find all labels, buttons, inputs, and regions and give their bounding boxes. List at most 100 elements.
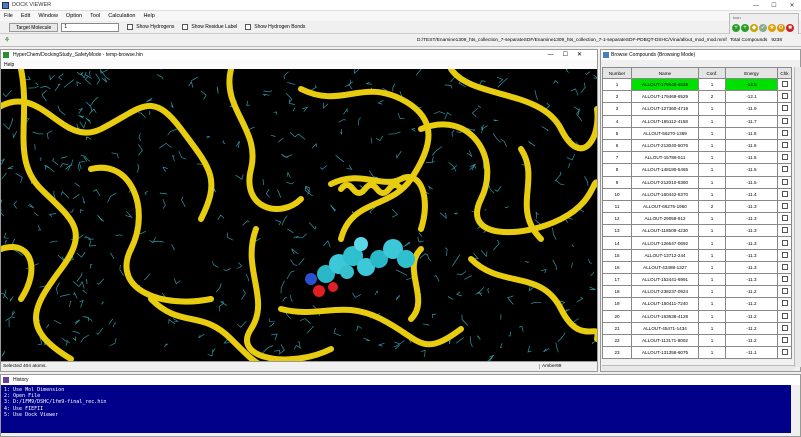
target-molecule-field[interactable]: 1 xyxy=(61,22,120,32)
cell-energy: -11.3 xyxy=(725,212,778,226)
menu-edit[interactable]: Edit xyxy=(21,13,30,19)
row-checkbox[interactable] xyxy=(781,202,788,209)
row-checkbox[interactable] xyxy=(781,154,788,161)
cell-conf: 1 xyxy=(698,212,726,226)
row-checkbox[interactable] xyxy=(781,300,788,307)
row-checkbox[interactable] xyxy=(781,215,788,222)
row-checkbox[interactable] xyxy=(781,117,788,124)
row-checkbox[interactable] xyxy=(781,129,788,136)
horizontal-scrollbar[interactable] xyxy=(602,365,794,371)
cell-name: ALLOUT-160442-6370 xyxy=(631,187,699,201)
molecule-viewer[interactable] xyxy=(1,69,597,361)
row-checkbox[interactable] xyxy=(781,178,788,185)
cell-energy: -11.3 xyxy=(725,260,778,275)
table-row[interactable]: 18 ALLOUT-238237-0924 1 -11.2 xyxy=(602,285,792,299)
menu-calculation[interactable]: Calculation xyxy=(108,13,135,19)
cell-number: 8 xyxy=(602,163,632,177)
menu-option[interactable]: Option xyxy=(66,13,82,19)
row-checkbox[interactable] xyxy=(781,227,788,234)
minimize-icon[interactable]: — xyxy=(751,3,761,9)
hyperchem-window-controls[interactable]: —☐✕ xyxy=(548,51,591,58)
table-row[interactable]: 5 ALLOUT-56270-1369 1 -11.6 xyxy=(602,126,792,140)
row-checkbox[interactable] xyxy=(781,288,788,295)
menu-help[interactable]: Help xyxy=(143,13,154,19)
history-list[interactable]: 1: Use Mol Dimension 2: Open File 3: D:/… xyxy=(1,385,791,433)
table-row[interactable]: 11 ALLOUT-66276-1960 2 -11.3 xyxy=(602,199,792,214)
star-icon[interactable]: ★ xyxy=(768,24,776,32)
cell-number: 20 xyxy=(602,309,632,323)
cell-conf: 1 xyxy=(698,187,726,201)
show-hbonds-checkbox[interactable]: Show Hydrogen Bonds xyxy=(245,24,305,30)
lock-icon[interactable]: ◆ xyxy=(750,24,758,32)
table-row[interactable]: 2 ALLOUT-179469-6529 2 -12.1 xyxy=(602,90,792,104)
show-hydrogens-checkbox[interactable]: Show Hydrogens xyxy=(127,24,174,30)
table-row[interactable]: 10 ALLOUT-160442-6370 1 -11.4 xyxy=(602,187,792,201)
cell-check xyxy=(777,272,792,287)
cell-energy: -11.5 xyxy=(725,151,778,165)
hyperchem-menu-help[interactable]: Help xyxy=(4,62,14,68)
row-checkbox[interactable] xyxy=(781,105,788,112)
cell-check xyxy=(777,175,792,189)
table-row[interactable]: 7 ALLOUT-15788-511 1 -11.5 xyxy=(602,151,792,165)
column-header-conf[interactable]: Conf. xyxy=(698,67,726,79)
cell-check xyxy=(777,151,792,165)
cell-energy: -11.3 xyxy=(725,248,778,262)
check-icon[interactable]: ✓ xyxy=(759,24,767,32)
row-checkbox[interactable] xyxy=(781,276,788,283)
table-row[interactable]: 6 ALLOUT-213040-5076 1 -11.6 xyxy=(602,138,792,153)
add-icon[interactable]: + xyxy=(741,24,749,32)
cell-name: ALLOUT-213040-5076 xyxy=(631,138,699,153)
status-selection: Selected 404 atoms. xyxy=(3,364,47,369)
vertical-scrollbar[interactable] xyxy=(794,67,801,367)
table-row[interactable]: 9 ALLOUT-212010-8380 1 -11.5 xyxy=(602,175,792,189)
target-molecule-button[interactable]: Target Molecule xyxy=(9,22,59,32)
close-icon[interactable]: ✕ xyxy=(787,2,797,9)
table-row[interactable]: 8 ALLOUT-148180-5465 1 -11.5 xyxy=(602,163,792,177)
table-row[interactable]: 12 ALLOUT-29058-912 1 -11.3 xyxy=(602,212,792,226)
row-checkbox[interactable] xyxy=(781,81,788,88)
menu-window[interactable]: Window xyxy=(38,13,58,19)
table-row[interactable]: 17 ALLOUT-152441-6991 1 -11.3 xyxy=(602,272,792,287)
column-header-number[interactable]: Number xyxy=(602,67,632,79)
row-checkbox[interactable] xyxy=(781,337,788,344)
maximize-icon[interactable]: ☐ xyxy=(769,2,779,9)
table-row[interactable]: 3 ALLOUT-127360-4719 1 -11.9 xyxy=(602,102,792,116)
hyperchem-icon xyxy=(3,52,9,58)
column-header-chk[interactable]: Chk xyxy=(777,67,792,79)
row-checkbox[interactable] xyxy=(781,239,788,246)
row-checkbox[interactable] xyxy=(781,166,788,173)
row-checkbox[interactable] xyxy=(781,312,788,319)
cell-check xyxy=(777,321,792,335)
table-row[interactable]: 16 ALLOUT-43488-1327 1 -11.3 xyxy=(602,260,792,275)
table-row[interactable]: 1 ALLOUT-179440-4538 1 -12.5 xyxy=(602,77,792,92)
column-header-energy[interactable]: Energy xyxy=(725,67,778,79)
table-row[interactable]: 22 ALLOUT-113171-8002 1 -11.2 xyxy=(602,333,792,348)
table-row[interactable]: 23 ALLOUT-131356-6075 1 -11.1 xyxy=(602,346,792,360)
history-item[interactable]: 5: Use Dock Viewer xyxy=(4,412,788,418)
cell-conf: 1 xyxy=(698,346,726,360)
table-row[interactable]: 15 ALLOUT-13712-244 1 -11.3 xyxy=(602,248,792,262)
column-header-name[interactable]: Name xyxy=(631,67,699,79)
show-residue-checkbox[interactable]: Show Residue Label xyxy=(182,24,237,30)
settings-icon[interactable]: ⚙ xyxy=(777,24,785,32)
cell-check xyxy=(777,187,792,201)
stop-icon[interactable]: ■ xyxy=(786,24,794,32)
row-checkbox[interactable] xyxy=(781,142,788,149)
row-checkbox[interactable] xyxy=(781,190,788,197)
table-row[interactable]: 20 ALLOUT-163638-4128 1 -11.2 xyxy=(602,309,792,323)
add-icon[interactable]: + xyxy=(732,24,740,32)
menu-tool[interactable]: Tool xyxy=(90,13,100,19)
table-row[interactable]: 19 ALLOUT-150411-7240 1 -11.2 xyxy=(602,297,792,311)
row-checkbox[interactable] xyxy=(781,349,788,356)
row-checkbox[interactable] xyxy=(781,93,788,100)
row-checkbox[interactable] xyxy=(781,251,788,258)
row-checkbox[interactable] xyxy=(781,263,788,270)
row-checkbox[interactable] xyxy=(781,324,788,331)
tree-icon[interactable]: ⚘ xyxy=(4,36,10,44)
menu-file[interactable]: File xyxy=(4,13,13,19)
table-row[interactable]: 13 ALLOUT-118509-4230 1 -11.3 xyxy=(602,224,792,238)
table-row[interactable]: 4 ALLOUT-165112-4158 1 -11.7 xyxy=(602,114,792,128)
table-row[interactable]: 21 ALLOUT-45471-1434 1 -11.2 xyxy=(602,321,792,335)
ligand-spheres xyxy=(305,237,415,297)
table-row[interactable]: 14 ALLOUT-126647-0692 1 -11.3 xyxy=(602,236,792,250)
